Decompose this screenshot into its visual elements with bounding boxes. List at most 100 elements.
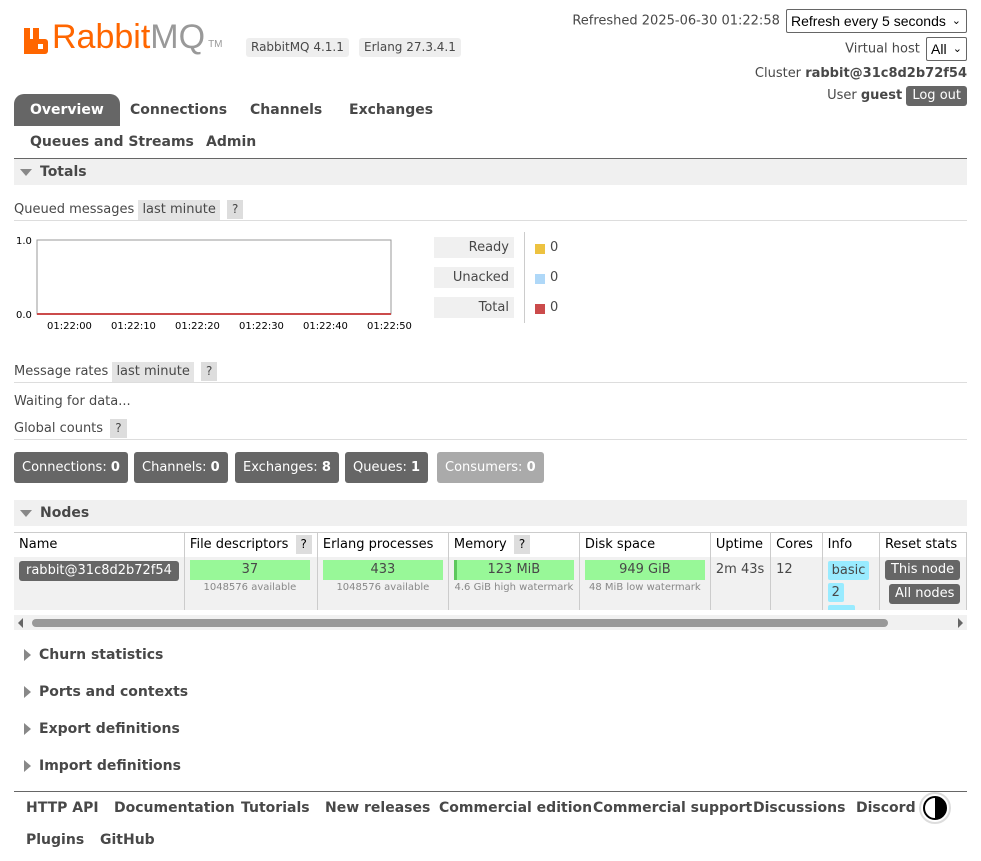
help-button[interactable]: ? <box>295 535 312 555</box>
message-rates-row: Message rates last minute ? <box>14 362 218 382</box>
cluster-label: Cluster <box>754 66 802 81</box>
y-tick-label: 1.0 <box>16 236 32 247</box>
disk-cell: 949 GiB 48 MiB low watermark <box>579 556 711 610</box>
memory-cell: 123 MiB 4.6 GiB high watermark <box>448 556 580 610</box>
cluster-row: Cluster rabbit@31c8d2b72f54 <box>755 64 967 84</box>
user-name: guest <box>860 88 903 103</box>
legend-label-total: Total <box>434 297 514 318</box>
chevron-down-icon: ⌄ <box>952 43 962 55</box>
vhost-select[interactable]: All ⌄ <box>926 37 967 61</box>
node-name-cell: rabbit@31c8d2b72f54 <box>14 556 185 610</box>
x-tick-label: 01:22:50 <box>367 321 412 332</box>
rabbitmq-version-badge: RabbitMQ 4.1.1 <box>246 38 349 57</box>
footer-link-documentation[interactable]: Documentation <box>114 798 235 818</box>
col-memory: Memory ? <box>448 532 580 557</box>
x-tick-label: 01:22:00 <box>47 321 92 332</box>
tab-overview[interactable]: Overview <box>14 94 120 126</box>
queued-messages-label: Queued messages <box>14 202 135 217</box>
footer-link-discord[interactable]: Discord <box>856 798 916 818</box>
section-ports-and-contexts[interactable]: Ports and contexts <box>14 682 188 702</box>
erlang-bar: 433 <box>322 559 443 580</box>
divider <box>14 382 967 383</box>
scroll-left-icon[interactable] <box>18 618 23 628</box>
legend-label-ready: Ready <box>434 237 514 258</box>
info-tag-basic[interactable]: basic <box>827 560 870 580</box>
fd-cell: 37 1048576 available <box>184 556 318 610</box>
y-tick-label: 0.0 <box>16 310 32 321</box>
user-label: User <box>827 88 857 103</box>
memory-watermark: 4.6 GiB high watermark <box>454 581 574 593</box>
legend-swatch-ready <box>535 244 545 254</box>
rates-help-button[interactable]: ? <box>201 362 218 381</box>
col-uptime: Uptime <box>710 532 772 557</box>
cluster-name: rabbit@31c8d2b72f54 <box>805 66 967 81</box>
logout-button[interactable]: Log out <box>906 86 967 106</box>
rabbitmq-logo[interactable]: RabbitMQ TM <box>24 20 223 54</box>
legend-label-unacked: Unacked <box>434 267 514 288</box>
horizontal-scrollbar[interactable] <box>14 615 967 630</box>
tab-queues-and-streams[interactable]: Queues and Streams <box>14 126 210 158</box>
connections-count-button[interactable]: Connections: 0 <box>14 452 128 483</box>
tab-exchanges[interactable]: Exchanges <box>333 94 449 126</box>
channels-count-button[interactable]: Channels: 0 <box>134 452 228 483</box>
section-totals-title: Totals <box>40 164 87 180</box>
legend-swatch-total <box>535 304 545 314</box>
triangle-right-icon <box>24 686 31 698</box>
node-name-link[interactable]: rabbit@31c8d2b72f54 <box>19 560 179 581</box>
tab-channels[interactable]: Channels <box>234 94 338 126</box>
table-header-row: Name File descriptors ? Erlang processes… <box>14 532 967 557</box>
divider <box>14 439 967 440</box>
x-tick-label: 01:22:10 <box>111 321 156 332</box>
footer-link-tutorials[interactable]: Tutorials <box>241 798 310 818</box>
erlang-available: 1048576 available <box>336 581 430 593</box>
refreshed-timestamp: Refreshed 2025-06-30 01:22:58 <box>572 13 780 29</box>
cores-cell: 12 <box>770 556 823 610</box>
section-nodes-header[interactable]: Nodes <box>14 500 967 526</box>
help-button[interactable]: ? <box>513 535 531 555</box>
triangle-right-icon <box>24 760 31 772</box>
legend-divider <box>524 232 525 323</box>
reset-all-nodes-button[interactable]: All nodes <box>888 583 961 604</box>
waiting-for-data-text: Waiting for data... <box>14 394 131 409</box>
footer-link-commercial-edition[interactable]: Commercial edition <box>439 798 592 818</box>
reset-this-node-button[interactable]: This node <box>884 559 961 580</box>
section-import-definitions[interactable]: Import definitions <box>14 756 181 776</box>
section-churn-statistics[interactable]: Churn statistics <box>14 645 163 665</box>
queues-count-button[interactable]: Queues: 1 <box>345 452 429 483</box>
fd-bar: 37 <box>189 559 310 580</box>
col-reset-stats: Reset stats <box>879 532 967 557</box>
info-tag-count[interactable]: 2 <box>827 582 844 602</box>
global-counts-label: Global counts <box>14 421 104 436</box>
consumers-count-button[interactable]: Consumers: 0 <box>437 452 544 483</box>
triangle-down-icon <box>20 168 32 176</box>
memory-bar: 123 MiB <box>453 559 574 580</box>
legend-value-ready: 0 <box>550 240 559 255</box>
queued-help-button[interactable]: ? <box>227 200 244 219</box>
scrollbar-thumb[interactable] <box>32 619 888 627</box>
chart-plot-area <box>36 239 392 315</box>
footer-link-github[interactable]: GitHub <box>100 830 155 850</box>
queued-period-selector[interactable]: last minute <box>138 200 220 220</box>
footer-link-commercial-support[interactable]: Commercial support <box>593 798 752 818</box>
footer-link-discussions[interactable]: Discussions <box>753 798 845 818</box>
scroll-right-icon[interactable] <box>958 618 963 628</box>
nodes-table-wrapper: Name File descriptors ? Erlang processes… <box>14 532 967 610</box>
section-export-definitions[interactable]: Export definitions <box>14 719 180 739</box>
footer-divider <box>14 791 967 792</box>
footer-link-new-releases[interactable]: New releases <box>325 798 430 818</box>
tab-admin[interactable]: Admin <box>190 126 272 158</box>
col-cores: Cores <box>770 532 823 557</box>
exchanges-count-button[interactable]: Exchanges: 8 <box>235 452 339 483</box>
info-tag-rss[interactable]: rss <box>827 604 855 610</box>
tab-connections[interactable]: Connections <box>114 94 243 126</box>
footer-link-plugins[interactable]: Plugins <box>26 830 84 850</box>
table-row: rabbit@31c8d2b72f54 37 1048576 available… <box>14 556 967 610</box>
theme-toggle-button[interactable] <box>919 792 951 824</box>
section-nodes-title: Nodes <box>40 505 90 521</box>
section-totals-header[interactable]: Totals <box>14 159 967 185</box>
global-help-button[interactable]: ? <box>110 419 127 438</box>
footer-link-http-api[interactable]: HTTP API <box>26 798 99 818</box>
cores-value: 12 <box>776 561 793 577</box>
rates-period-selector[interactable]: last minute <box>112 362 194 382</box>
refresh-interval-select[interactable]: Refresh every 5 seconds ⌄ <box>786 9 967 33</box>
